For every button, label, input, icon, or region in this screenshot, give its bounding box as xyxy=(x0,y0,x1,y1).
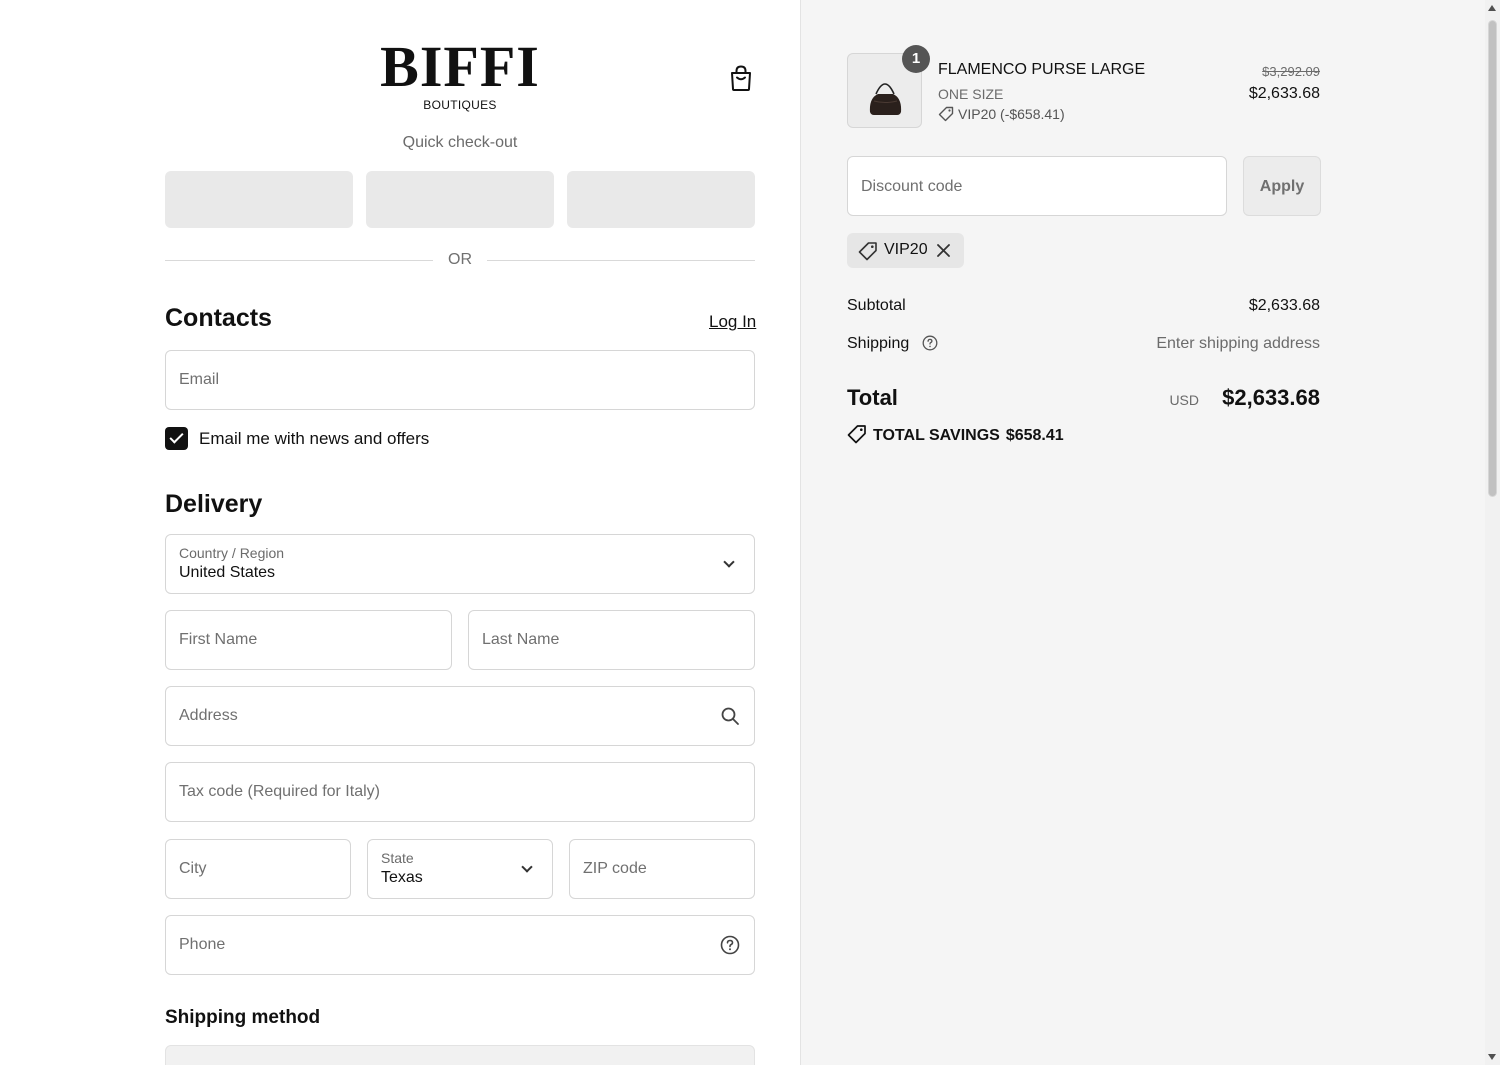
first-name-field[interactable]: First Name xyxy=(165,610,452,670)
discount-code-placeholder: Discount code xyxy=(861,178,963,195)
newsletter-label: Email me with news and offers xyxy=(199,429,430,448)
product-name: FLAMENCO PURSE LARGE xyxy=(938,61,1146,78)
total-amount: $2,633.68 xyxy=(1222,385,1320,410)
address-field[interactable]: Address xyxy=(165,686,755,746)
zip-code-field[interactable]: ZIP code xyxy=(569,839,755,899)
total-label: Total xyxy=(847,385,898,410)
chevron-down-icon xyxy=(723,556,735,568)
last-name-field[interactable]: Last Name xyxy=(468,610,755,670)
tag-icon xyxy=(938,106,954,122)
email-placeholder: Email xyxy=(179,371,220,388)
subtotal-label: Subtotal xyxy=(847,297,906,314)
shipping-value: Enter shipping address xyxy=(1156,335,1320,352)
address-placeholder: Address xyxy=(179,707,238,724)
shipping-method-box xyxy=(165,1045,755,1065)
quick-checkout-label: Quick check-out xyxy=(402,134,518,151)
help-icon[interactable] xyxy=(720,935,740,955)
checkout-form-column: BIFFI BOUTIQUES Quick check-out OR Conta… xyxy=(0,0,800,1065)
shopping-bag-icon[interactable] xyxy=(728,64,754,92)
quantity-badge: 1 xyxy=(902,45,930,73)
logo-wordmark: BIFFI xyxy=(380,34,540,99)
delivery-heading: Delivery xyxy=(165,490,263,518)
savings-value: $658.41 xyxy=(1005,427,1064,444)
or-text: OR xyxy=(448,251,472,268)
state-select[interactable]: State Texas xyxy=(367,839,553,899)
order-summary-column: 1 FLAMENCO PURSE LARGE ONE SIZE VIP20 (-… xyxy=(800,0,1485,1065)
city-field[interactable]: City xyxy=(165,839,351,899)
discounted-price: $2,633.68 xyxy=(1248,85,1320,102)
help-icon[interactable] xyxy=(922,335,938,351)
total-savings: TOTAL SAVINGS $658.41 xyxy=(847,424,1064,445)
express-pay-button-1[interactable] xyxy=(165,171,353,228)
logo-subtitle: BOUTIQUES xyxy=(423,98,497,112)
total-currency: USD xyxy=(1169,392,1199,408)
close-icon[interactable] xyxy=(935,242,952,259)
express-pay-button-2[interactable] xyxy=(366,171,554,228)
state-label: State xyxy=(381,850,414,866)
shipping-row: Shipping xyxy=(847,335,938,353)
subtotal-value: $2,633.68 xyxy=(1248,297,1320,314)
state-value: Texas xyxy=(381,869,423,886)
savings-label: TOTAL SAVINGS xyxy=(873,427,1000,444)
country-select[interactable]: Country / Region United States xyxy=(165,534,755,594)
applied-discount-chip: VIP20 xyxy=(847,233,964,268)
first-name-placeholder: First Name xyxy=(179,631,258,648)
apply-button[interactable]: Apply xyxy=(1243,156,1321,216)
discount-code-input[interactable]: Discount code xyxy=(847,156,1227,216)
email-field[interactable]: Email xyxy=(165,350,755,410)
scroll-down-arrow-icon[interactable] xyxy=(1488,1054,1496,1060)
login-link[interactable]: Log In xyxy=(709,312,756,332)
scroll-up-arrow-icon[interactable] xyxy=(1488,5,1496,11)
phone-field[interactable]: Phone xyxy=(165,915,755,975)
product-variant: ONE SIZE xyxy=(938,86,1004,102)
shipping-label: Shipping xyxy=(847,335,910,352)
search-icon[interactable] xyxy=(720,706,740,726)
product-discount-text: VIP20 (-$658.41) xyxy=(958,106,1065,122)
country-label: Country / Region xyxy=(179,545,285,561)
tag-icon xyxy=(847,425,866,444)
city-placeholder: City xyxy=(179,860,207,877)
zip-code-placeholder: ZIP code xyxy=(583,860,647,877)
country-value: United States xyxy=(179,564,276,581)
chevron-down-icon xyxy=(521,861,533,873)
applied-code: VIP20 xyxy=(884,241,928,258)
phone-placeholder: Phone xyxy=(179,936,226,953)
shipping-method-heading: Shipping method xyxy=(165,1007,321,1028)
product-discount: VIP20 (-$658.41) xyxy=(938,106,1065,122)
original-price: $3,292.09 xyxy=(1262,64,1320,79)
scrollbar-thumb[interactable] xyxy=(1488,20,1497,497)
last-name-placeholder: Last Name xyxy=(482,631,560,648)
express-pay-button-3[interactable] xyxy=(567,171,755,228)
or-divider: OR xyxy=(165,250,755,272)
newsletter-checkbox[interactable] xyxy=(165,427,188,450)
contacts-heading: Contacts xyxy=(165,304,272,332)
tag-icon xyxy=(858,242,877,261)
page-scrollbar[interactable] xyxy=(1485,0,1500,1065)
brand-logo[interactable]: BIFFI BOUTIQUES xyxy=(360,34,560,113)
tax-code-placeholder: Tax code (Required for Italy) xyxy=(179,783,380,800)
tax-code-field[interactable]: Tax code (Required for Italy) xyxy=(165,762,755,822)
